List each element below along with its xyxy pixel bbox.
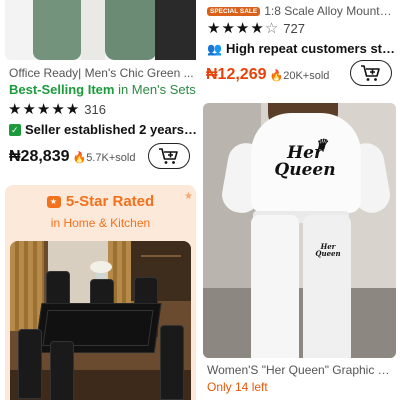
her-queen-logo-small: Her Queen [313,243,343,257]
logo-line-2: Queen [274,160,336,180]
star-icon: ★ [36,101,51,118]
best-selling-context: in Men's Sets [114,82,196,97]
rated-chat-icon [46,195,61,208]
star-icon: ★ [8,101,22,118]
price: ₦28,839 [9,148,70,165]
product-title[interactable]: Office Ready| Men's Chic Green ... [9,66,197,80]
her-queen-logo: ♛ Her Queen [265,137,345,180]
star-icon: ★ [207,20,221,37]
best-selling-label: Best-Selling Item in Men's Sets [9,82,196,97]
stock-warning: Only 14 left [207,380,268,394]
promo-heading: 5-Star Rated [5,193,196,210]
product-title-row[interactable]: SPECIAL SALE 1:8 Scale Alloy Mountain B.… [207,4,395,18]
flame-icon: 🔥 [72,152,87,164]
people-icon: 👥 [207,41,222,56]
star-icon: ★ [221,20,235,37]
review-count: 316 [84,102,106,117]
seller-note-text: Seller established 2 years ... [25,122,197,137]
star-icon: ★ [51,101,65,118]
sold-count: 5.7K+sold [86,152,136,164]
half-star-icon: ☆ [264,20,279,37]
logo-small-line-2: Queen [315,249,341,258]
star-icon: ★ [250,20,264,37]
product-image[interactable] [10,241,191,400]
crown-icon: ♛ [315,137,328,153]
sold-count: 20K+sold [283,70,330,82]
product-title[interactable]: 1:8 Scale Alloy Mountain B... [264,4,395,18]
sparkle-icon: ★ [184,191,193,202]
add-to-cart-button[interactable] [148,143,190,169]
seller-note: Seller established 2 years ... [9,122,197,137]
flame-icon: 🔥 [269,70,284,82]
product-image[interactable] [5,0,196,60]
product-title[interactable]: Women'S "Her Queen" Graphic H... [207,363,395,377]
star-icon: ★ [235,20,250,37]
price: ₦12,269 [206,66,267,83]
promo-subheading: in Home & Kitchen [50,216,151,230]
bag-check-icon [9,123,21,136]
star-icon: ★ [22,101,36,118]
best-selling-highlight: Best-Selling Item [9,82,115,97]
repeat-customers-note: 👥 High repeat customers sto... [207,41,397,56]
product-image[interactable]: ♛ Her Queen Her Queen [203,103,396,358]
special-sale-badge: SPECIAL SALE [207,6,261,16]
half-star-icon: ★ [65,101,80,118]
star-rating: ★ ★ ★ ★ ☆ 727 [207,21,305,36]
price-row: ₦28,839 🔥 5.7K+sold [9,148,135,166]
five-star-promo-card[interactable]: 5-Star Rated ★ in Home & Kitchen [5,185,196,400]
repeat-customers-text: High repeat customers sto... [225,41,397,56]
add-to-cart-icon [159,148,178,164]
star-rating: ★ ★ ★ ★ ★ 316 [8,102,106,117]
review-count: 727 [283,21,305,36]
add-to-cart-button[interactable] [350,60,392,86]
add-to-cart-icon [361,65,380,81]
promo-heading-text: 5-Star Rated [65,193,155,210]
price-row: ₦12,269 🔥 20K+sold [206,66,329,84]
